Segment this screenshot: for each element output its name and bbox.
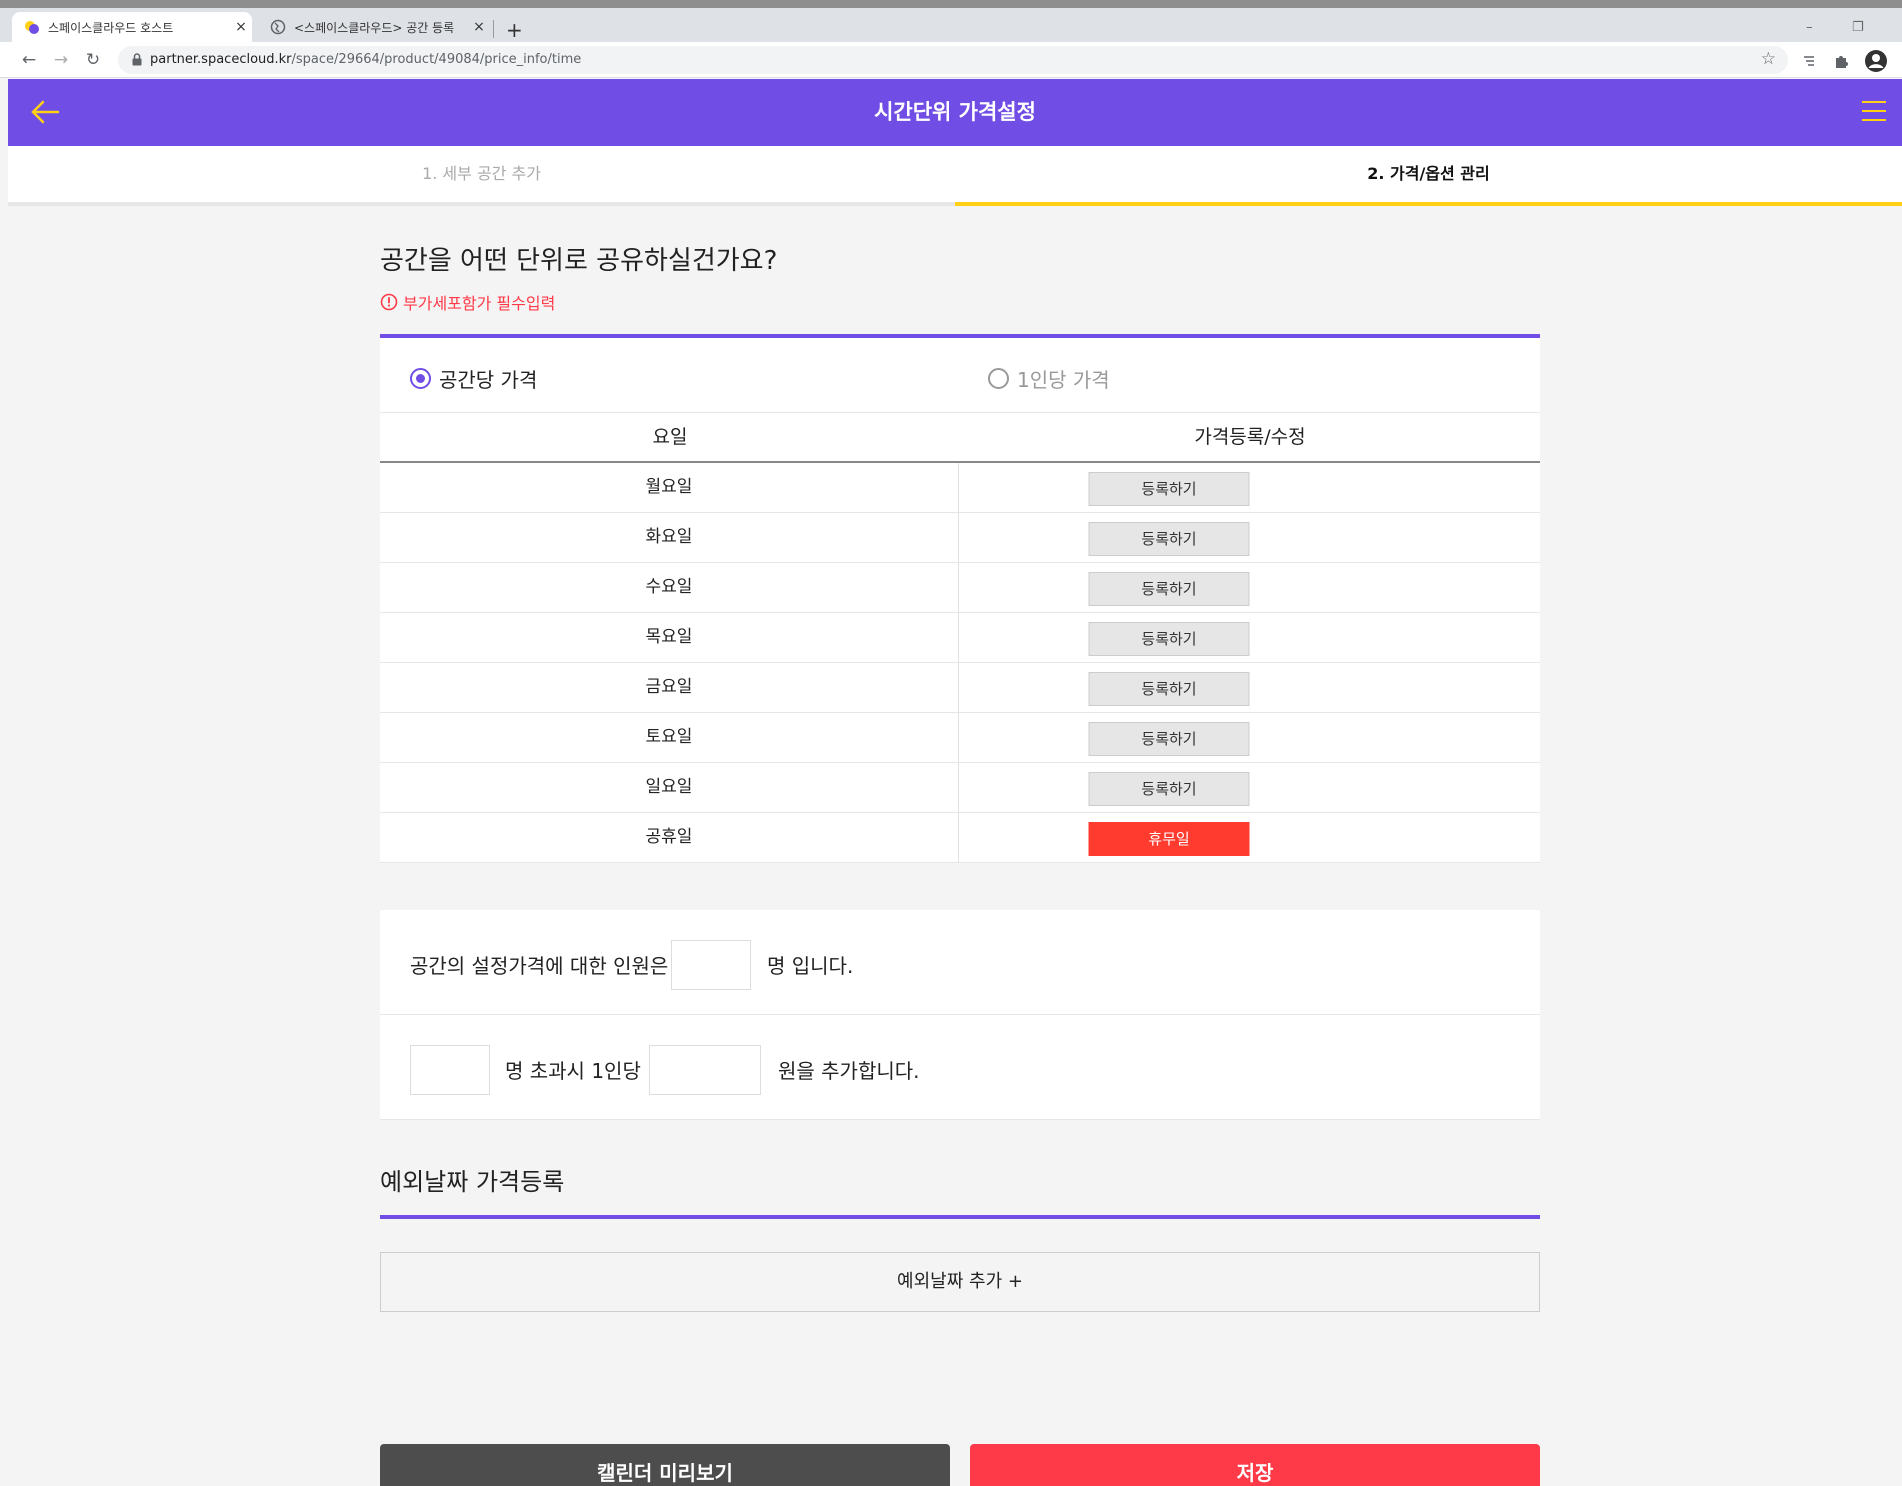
step-add-subspace[interactable]: 1. 세부 공간 추가: [8, 146, 955, 206]
extra-price-suffix: 원을 추가합니다.: [778, 1055, 920, 1084]
radio-label: 1인당 가격: [1017, 364, 1110, 393]
day-cell: 화요일: [380, 513, 959, 562]
url-text: partner.spacecloud.kr/space/29664/produc…: [150, 52, 581, 67]
browser-toolbar: ← → ↻ partner.spacecloud.kr/space/29664/…: [0, 42, 1902, 78]
table-row: 목요일 등록하기: [380, 613, 1540, 663]
register-price-button[interactable]: 등록하기: [1089, 522, 1250, 556]
radio-selected-icon: [410, 368, 431, 389]
screen: 스페이스클라우드 호스트 × <스페이스클라우드> 공간 등록 × + – ❐ …: [0, 0, 1902, 1486]
base-people-prefix: 공간의 설정가격에 대한 인원은: [410, 950, 668, 979]
warning-circle-icon: [380, 293, 398, 311]
base-people-input[interactable]: [671, 940, 751, 990]
exceed-people-text: 명 초과시 1인당: [505, 1055, 641, 1084]
table-row: 월요일 등록하기: [380, 463, 1540, 513]
table-row: 공휴일 휴무일: [380, 813, 1540, 863]
radio-per-space[interactable]: 공간당 가격: [410, 364, 537, 393]
column-header-day: 요일: [380, 413, 960, 461]
table-row: 금요일 등록하기: [380, 663, 1540, 713]
required-note-text: 부가세포함가 필수입력: [403, 290, 555, 314]
day-cell: 공휴일: [380, 813, 959, 862]
price-table-box: 공간당 가격 1인당 가격 요일 가격등록/수정 월요일등록하기 화요일등록하기…: [380, 334, 1540, 863]
bookmark-star-icon[interactable]: ☆: [1761, 49, 1776, 69]
register-price-button[interactable]: 등록하기: [1089, 622, 1250, 656]
tab-host[interactable]: 스페이스클라우드 호스트 ×: [12, 12, 252, 42]
tab-title: 스페이스클라우드 호스트: [48, 19, 230, 36]
new-tab-button[interactable]: +: [506, 18, 523, 42]
add-exception-date-button[interactable]: 예외날짜 추가 +: [380, 1252, 1540, 1312]
register-price-button[interactable]: 등록하기: [1089, 672, 1250, 706]
address-bar[interactable]: partner.spacecloud.kr/space/29664/produc…: [118, 46, 1788, 74]
page-title: 시간단위 가격설정: [8, 79, 1902, 146]
window-top-strip: [0, 0, 1902, 8]
day-cell: 일요일: [380, 763, 959, 812]
people-settings-box: 공간의 설정가격에 대한 인원은 명 입니다. 명 초과시 1인당 원을 추가합…: [380, 910, 1540, 1120]
question-title: 공간을 어떤 단위로 공유하실건가요?: [380, 240, 777, 277]
exception-date-title: 예외날짜 가격등록: [380, 1162, 564, 1197]
save-button[interactable]: 저장: [970, 1444, 1540, 1486]
register-price-button[interactable]: 등록하기: [1089, 472, 1250, 506]
register-price-button[interactable]: 등록하기: [1089, 722, 1250, 756]
url-path: /space/29664/product/49084/price_info/ti…: [292, 52, 582, 67]
base-people-suffix: 명 입니다.: [767, 950, 853, 979]
tab-close-icon[interactable]: ×: [230, 19, 252, 35]
holiday-closed-button[interactable]: 휴무일: [1089, 822, 1250, 856]
tab-bar: 스페이스클라우드 호스트 × <스페이스클라우드> 공간 등록 × + – ❐: [0, 8, 1902, 42]
table-row: 수요일 등록하기: [380, 563, 1540, 613]
required-note: 부가세포함가 필수입력: [380, 290, 555, 314]
lock-icon: [132, 53, 142, 66]
column-header-price: 가격등록/수정: [960, 413, 1540, 461]
step-price-options[interactable]: 2. 가격/옵션 관리: [955, 146, 1902, 206]
exception-divider: [380, 1215, 1540, 1219]
extra-charge-row: 명 초과시 1인당 원을 추가합니다.: [380, 1015, 1540, 1120]
base-people-row: 공간의 설정가격에 대한 인원은 명 입니다.: [380, 910, 1540, 1015]
table-row: 화요일 등록하기: [380, 513, 1540, 563]
day-cell: 월요일: [380, 463, 959, 512]
forward-button[interactable]: →: [50, 49, 72, 71]
table-row: 토요일 등록하기: [380, 713, 1540, 763]
table-body: 월요일등록하기 화요일등록하기 수요일등록하기 목요일등록하기 금요일등록하기 …: [380, 463, 1540, 863]
reading-list-icon[interactable]: [1800, 51, 1820, 71]
register-price-button[interactable]: 등록하기: [1089, 772, 1250, 806]
url-host: partner.spacecloud.kr: [150, 52, 292, 67]
reload-button[interactable]: ↻: [82, 49, 104, 71]
tab-separator: [493, 20, 494, 38]
day-cell: 수요일: [380, 563, 959, 612]
day-cell: 토요일: [380, 713, 959, 762]
pricing-mode-row: 공간당 가격 1인당 가격: [380, 338, 1540, 413]
restore-button[interactable]: ❐: [1852, 20, 1864, 35]
app-header: 시간단위 가격설정: [8, 79, 1902, 146]
day-cell: 금요일: [380, 663, 959, 712]
step-tabs: 1. 세부 공간 추가 2. 가격/옵션 관리: [8, 146, 1902, 206]
hamburger-menu-icon[interactable]: [1862, 101, 1886, 121]
profile-avatar-icon[interactable]: [1864, 49, 1888, 73]
radio-unselected-icon: [988, 368, 1009, 389]
day-cell: 목요일: [380, 613, 959, 662]
register-price-button[interactable]: 등록하기: [1089, 572, 1250, 606]
extra-price-input[interactable]: [649, 1045, 761, 1095]
spacecloud-favicon-icon: [24, 19, 40, 35]
radio-label: 공간당 가격: [439, 364, 537, 393]
radio-per-person[interactable]: 1인당 가격: [988, 364, 1110, 393]
back-button[interactable]: ←: [18, 49, 40, 71]
table-row: 일요일 등록하기: [380, 763, 1540, 813]
exceed-people-input[interactable]: [410, 1045, 490, 1095]
table-header: 요일 가격등록/수정: [380, 413, 1540, 463]
globe-icon: [270, 19, 286, 35]
tab-title: <스페이스클라우드> 공간 등록: [294, 19, 468, 36]
extensions-puzzle-icon[interactable]: [1832, 51, 1852, 71]
tab-space-register[interactable]: <스페이스클라우드> 공간 등록 ×: [258, 12, 490, 42]
calendar-preview-button[interactable]: 캘린더 미리보기: [380, 1444, 950, 1486]
tab-close-icon[interactable]: ×: [468, 19, 490, 35]
minimize-button[interactable]: –: [1806, 20, 1813, 35]
